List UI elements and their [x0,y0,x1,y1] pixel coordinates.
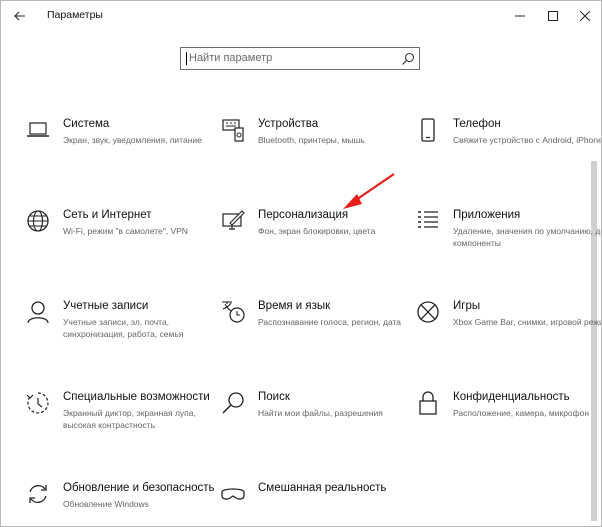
settings-window: Параметры Найти параметр Система Экран, … [0,0,602,527]
annotation-arrow-icon [343,173,395,209]
